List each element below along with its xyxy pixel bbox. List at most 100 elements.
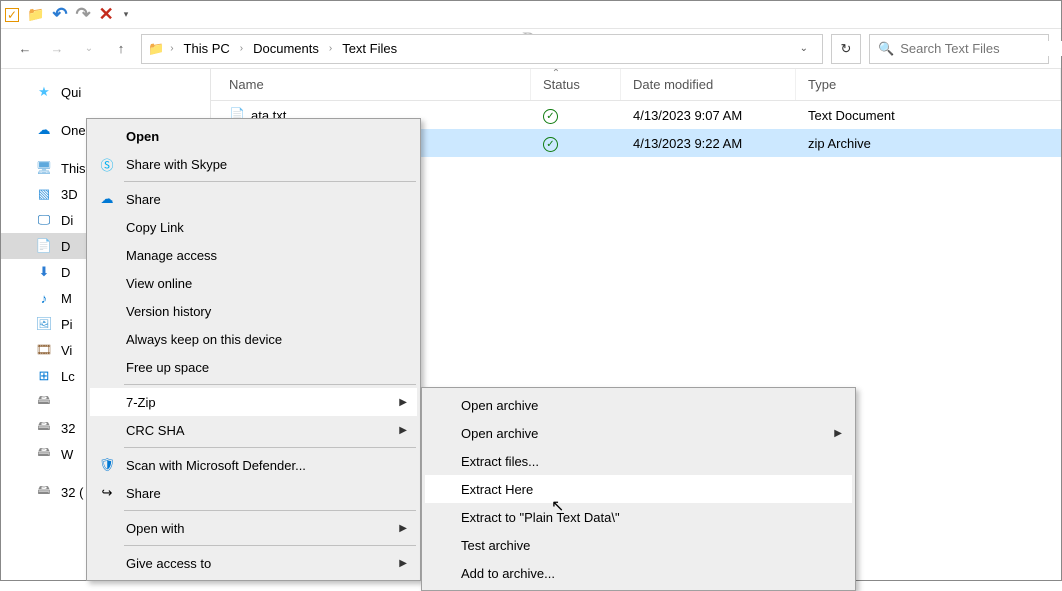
sidebar-label: D <box>61 239 70 254</box>
cube-icon: ▧ <box>35 186 53 202</box>
search-icon: 🔍 <box>878 41 894 57</box>
sidebar-label: Di <box>61 213 73 228</box>
drive-icon: 🖴 <box>35 443 53 465</box>
sync-ok-icon: ✓ <box>543 137 558 152</box>
menu-item-free-space[interactable]: Free up space <box>90 353 417 381</box>
menu-item-version-history[interactable]: Version history <box>90 297 417 325</box>
qat-dropdown-icon[interactable]: ▾ <box>124 9 129 20</box>
star-icon: ★ <box>35 84 53 100</box>
menu-separator <box>124 384 416 385</box>
music-icon: ♪ <box>35 291 53 306</box>
file-date: 4/13/2023 9:07 AM <box>621 108 796 123</box>
context-menu: Open ⓈShare with Skype ☁Share Copy Link … <box>86 118 421 581</box>
menu-item-7zip[interactable]: 7-Zip▶ <box>90 388 417 416</box>
redo-icon[interactable]: ↷ <box>76 4 91 25</box>
sort-indicator-icon: ⌃ <box>131 68 981 79</box>
menu-separator <box>124 510 416 511</box>
submenu-arrow-icon: ▶ <box>399 523 407 534</box>
drive-icon: 🖴 <box>35 481 53 503</box>
undo-icon[interactable]: ↶ <box>52 4 67 25</box>
share-icon: ↪ <box>98 485 116 501</box>
menu-item-open[interactable]: Open <box>90 122 417 150</box>
sidebar-label: Pi <box>61 317 73 332</box>
chevron-right-icon[interactable]: › <box>168 43 175 54</box>
menu-item-manage-access[interactable]: Manage access <box>90 241 417 269</box>
chevron-right-icon[interactable]: › <box>238 43 245 54</box>
sidebar-label: M <box>61 291 72 306</box>
menu-separator <box>124 181 416 182</box>
submenu-item-add-to-archive[interactable]: Add to archive... <box>425 559 852 587</box>
sidebar-label: Qui <box>61 85 81 100</box>
submenu-item-extract-to[interactable]: Extract to "Plain Text Data\" <box>425 503 852 531</box>
menu-item-always-keep[interactable]: Always keep on this device <box>90 325 417 353</box>
menu-separator <box>124 545 416 546</box>
address-bar[interactable]: 📁 › This PC › Documents › Text Files ⌄ <box>141 34 823 64</box>
sidebar-item-quickaccess[interactable]: ★ Qui <box>1 79 210 105</box>
properties-icon[interactable]: ✓ <box>5 8 19 22</box>
sidebar-label: D <box>61 265 70 280</box>
cloud-icon: ☁ <box>35 122 53 138</box>
menu-item-give-access[interactable]: Give access to▶ <box>90 549 417 577</box>
navigation-bar: ← → ⌄ ↑ 📁 › This PC › Documents › Text F… <box>1 29 1061 69</box>
menu-item-crc-sha[interactable]: CRC SHA▶ <box>90 416 417 444</box>
skype-icon: Ⓢ <box>98 155 116 174</box>
pc-icon: 🖥 <box>35 160 53 176</box>
sidebar-label: W <box>61 447 73 462</box>
folder-icon[interactable]: 📁 <box>27 6 44 23</box>
address-dropdown-icon[interactable]: ⌄ <box>792 43 816 54</box>
sidebar-label: 32 <box>61 421 75 436</box>
menu-item-share2[interactable]: ↪Share <box>90 479 417 507</box>
sidebar-label: 32 ( <box>61 485 83 500</box>
document-icon: 📄 <box>35 238 53 254</box>
menu-item-share[interactable]: ☁Share <box>90 185 417 213</box>
submenu-arrow-icon: ▶ <box>399 397 407 408</box>
shield-icon: 🛡 <box>98 457 116 473</box>
recent-dropdown[interactable]: ⌄ <box>77 37 101 61</box>
refresh-button[interactable]: ↻ <box>831 34 861 64</box>
pictures-icon: 🖼 <box>35 316 53 332</box>
drive-icon: 🖴 <box>35 417 53 439</box>
submenu-arrow-icon: ▶ <box>399 558 407 569</box>
quick-access-toolbar: ✓ 📁 ↶ ↷ ✕ ▾ <box>1 1 1061 29</box>
file-type: zip Archive <box>796 136 1061 151</box>
drive-icon: 🖴 <box>35 391 53 413</box>
breadcrumb-textfiles[interactable]: Text Files <box>338 41 401 56</box>
forward-button[interactable]: → <box>45 37 69 61</box>
submenu-item-open-archive2[interactable]: Open archive▶ <box>425 419 852 447</box>
sync-ok-icon: ✓ <box>543 109 558 124</box>
delete-icon[interactable]: ✕ <box>99 4 114 25</box>
folder-icon: 📁 <box>148 41 164 57</box>
submenu-item-extract-here[interactable]: Extract Here <box>425 475 852 503</box>
sidebar-label: This <box>61 161 86 176</box>
breadcrumb-root[interactable]: This PC <box>180 41 234 56</box>
menu-item-copy-link[interactable]: Copy Link <box>90 213 417 241</box>
sidebar-label: Lc <box>61 369 75 384</box>
breadcrumb-documents[interactable]: Documents <box>249 41 323 56</box>
submenu-arrow-icon: ▶ <box>834 428 842 439</box>
submenu-item-test-archive[interactable]: Test archive <box>425 531 852 559</box>
menu-item-share-skype[interactable]: ⓈShare with Skype <box>90 150 417 178</box>
sidebar-label: 3D <box>61 187 78 202</box>
cloud-icon: ☁ <box>98 191 116 207</box>
submenu-arrow-icon: ▶ <box>399 425 407 436</box>
search-box[interactable]: 🔍 <box>869 34 1049 64</box>
file-date: 4/13/2023 9:22 AM <box>621 136 796 151</box>
video-icon: 🎞 <box>35 342 53 358</box>
file-type: Text Document <box>796 108 1061 123</box>
download-icon: ⬇ <box>35 264 53 280</box>
menu-separator <box>124 447 416 448</box>
chevron-right-icon[interactable]: › <box>327 43 334 54</box>
back-button[interactable]: ← <box>13 37 37 61</box>
menu-item-defender[interactable]: 🛡Scan with Microsoft Defender... <box>90 451 417 479</box>
up-button[interactable]: ↑ <box>109 37 133 61</box>
submenu-item-extract-files[interactable]: Extract files... <box>425 447 852 475</box>
sidebar-label: Vi <box>61 343 72 358</box>
search-input[interactable] <box>900 41 1062 56</box>
context-submenu-7zip: Open archive Open archive▶ Extract files… <box>421 387 856 591</box>
windows-icon: ⊞ <box>35 368 53 384</box>
submenu-item-open-archive[interactable]: Open archive <box>425 391 852 419</box>
desktop-icon: 🖵 <box>35 212 53 228</box>
menu-item-view-online[interactable]: View online <box>90 269 417 297</box>
menu-item-open-with[interactable]: Open with▶ <box>90 514 417 542</box>
sidebar-label: One <box>61 123 86 138</box>
